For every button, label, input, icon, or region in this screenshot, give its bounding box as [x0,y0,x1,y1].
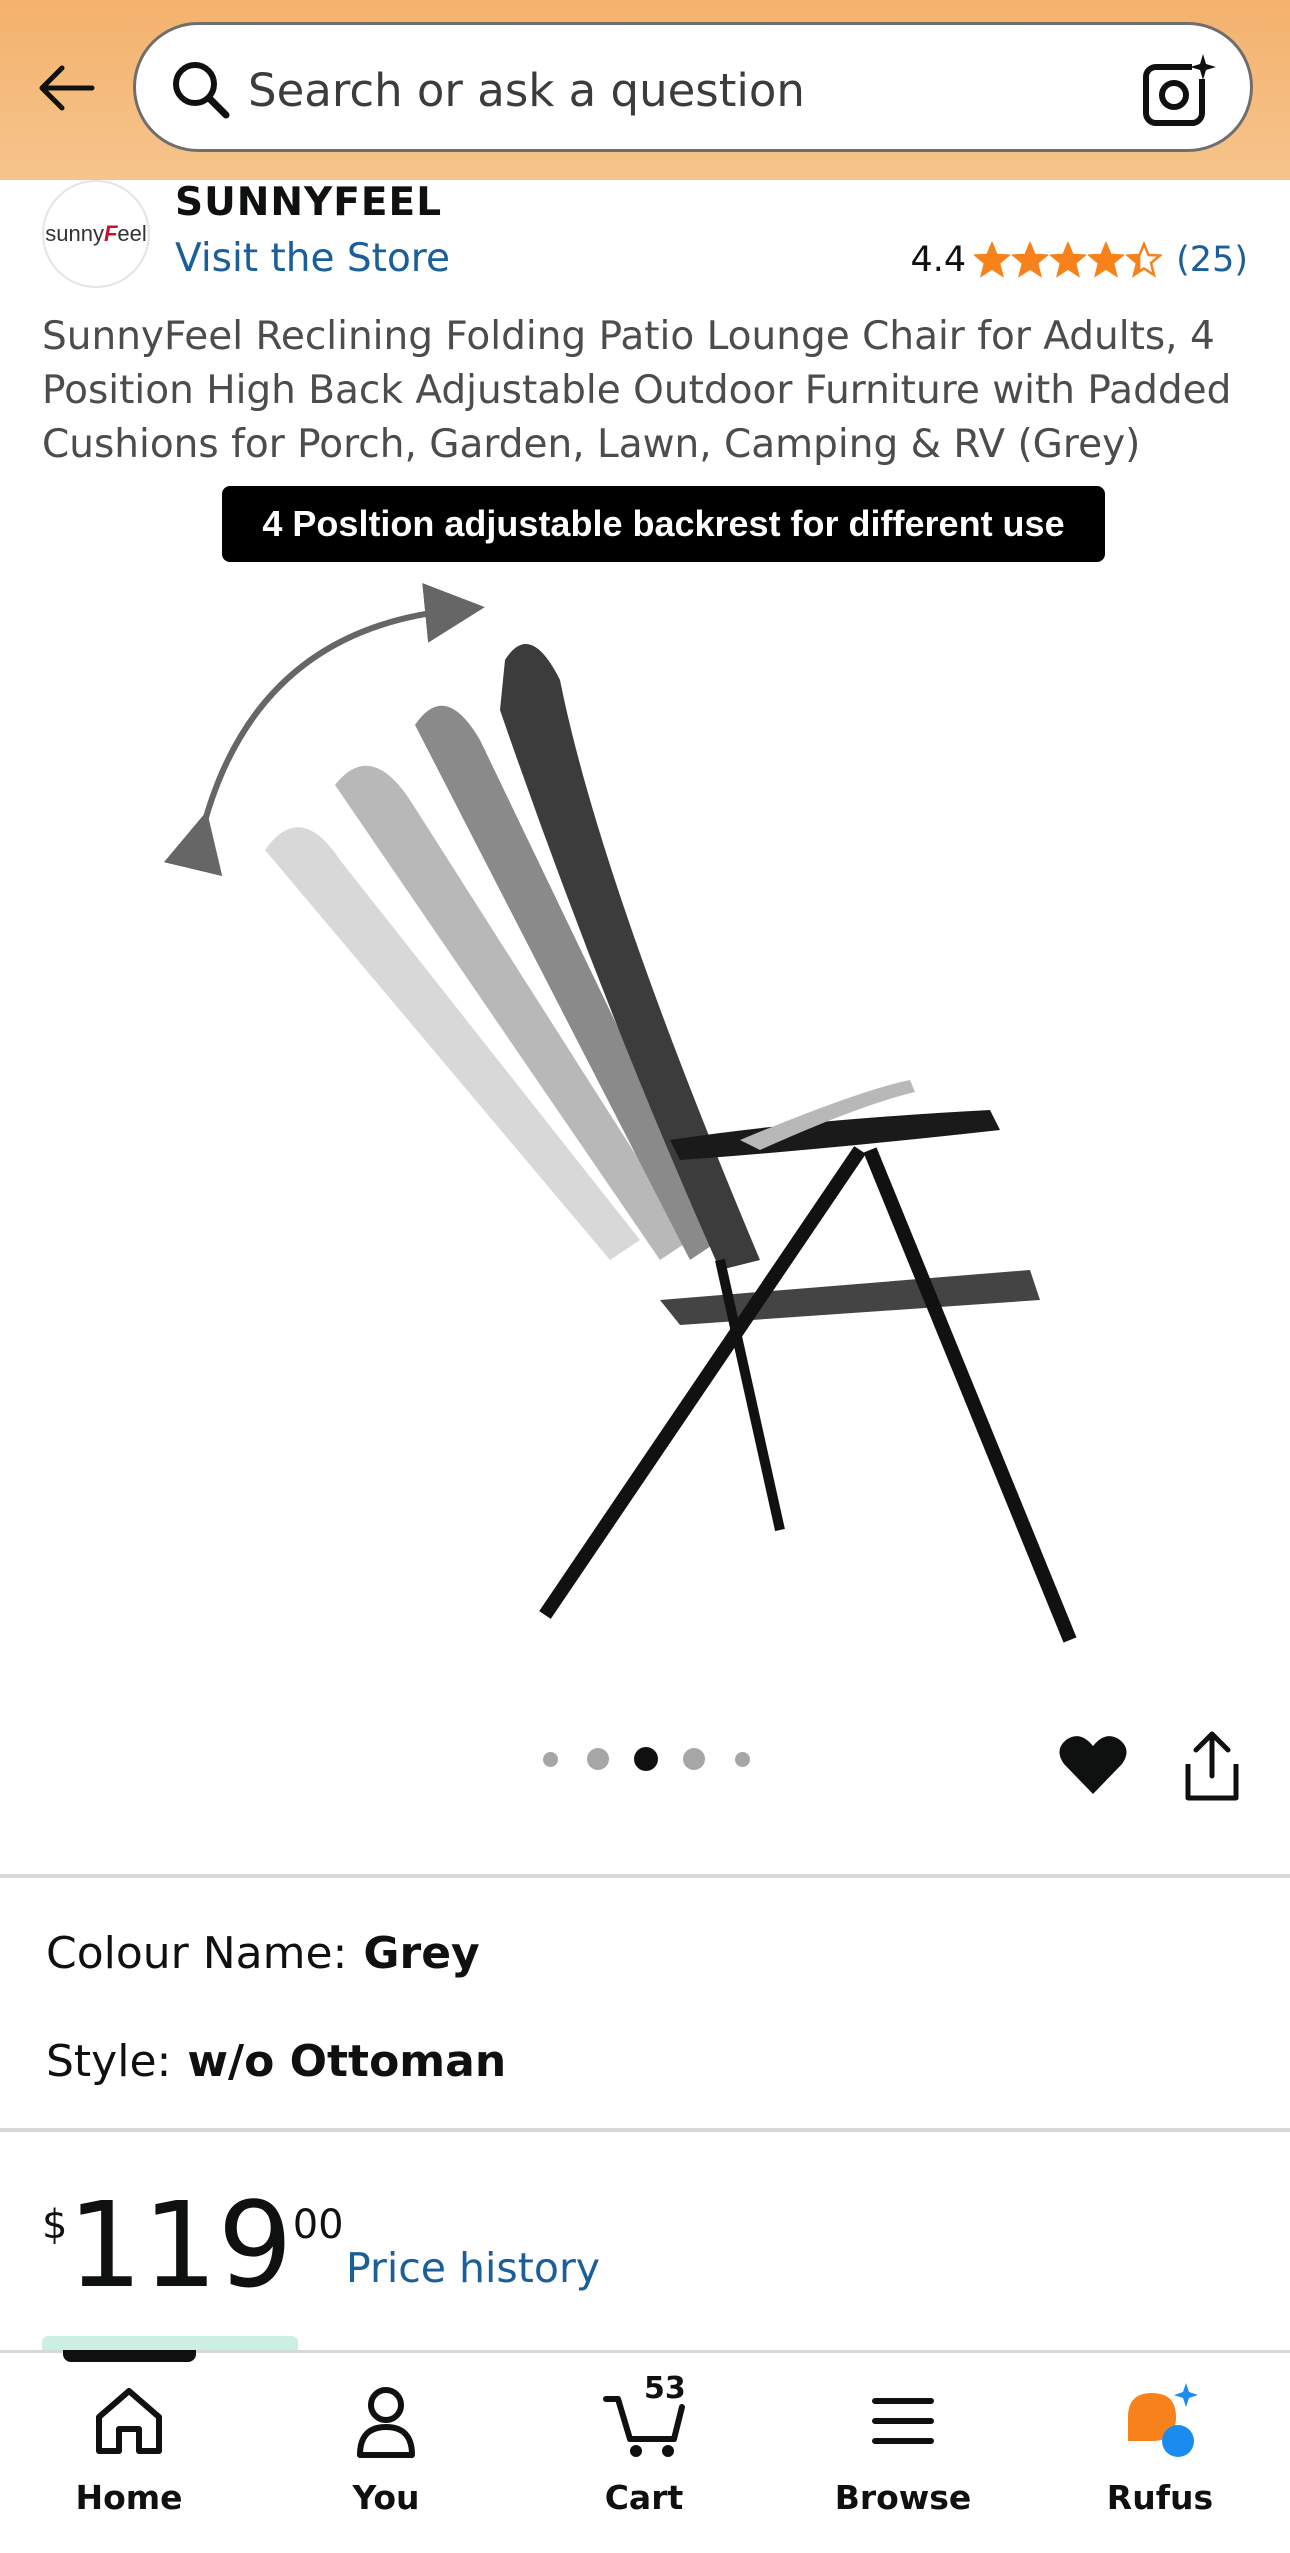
nav-cart-label: Cart [604,2478,684,2517]
brand-logo[interactable]: sunnyFeel [42,180,150,288]
reclining-chair-illustration [163,583,1077,1643]
wishlist-button[interactable] [1058,1732,1128,1796]
rating-summary[interactable]: 4.4 (25) [910,240,1248,280]
share-icon [1185,1731,1239,1801]
nav-browse[interactable]: Browse [803,2353,1003,2553]
price-history-link[interactable]: Price history [346,2244,600,2292]
rating-count[interactable]: (25) [1176,240,1248,280]
star-icon [1012,242,1049,278]
back-arrow-icon [39,65,95,111]
share-button[interactable] [1180,1728,1244,1804]
rating-value: 4.4 [910,240,967,280]
carousel-dot[interactable] [542,1751,558,1767]
product-image[interactable]: 4 Posltion adjustable backrest for diffe… [0,480,1290,1700]
nav-you-label: You [352,2478,420,2517]
back-button[interactable] [30,52,102,124]
nav-browse-label: Browse [834,2478,972,2517]
colour-option[interactable]: Colour Name: Grey [46,1928,480,1979]
price-currency: $ [42,2202,68,2248]
price-whole: 119 [67,2176,293,2314]
search-icon [173,62,230,119]
brand-logo-text: sunnyFeel [45,221,147,246]
nav-cart[interactable]: 53 Cart [544,2353,744,2553]
nav-you[interactable]: You [286,2353,486,2553]
product-title: SunnyFeel Reclining Folding Patio Lounge… [42,314,1232,467]
image-caption: 4 Posltion adjustable backrest for diffe… [222,486,1105,562]
star-icon [1088,242,1125,278]
rufus-icon [1128,2383,1198,2457]
colour-value: Grey [363,1928,480,1979]
search-bar[interactable] [133,22,1253,152]
heart-icon [1059,1736,1127,1794]
search-input[interactable] [248,55,1068,125]
cart-count-badge: 53 [644,2371,686,2406]
deal-badge-strip [42,2336,298,2350]
top-header [0,0,1290,180]
camera-lens-icon[interactable] [1138,51,1218,131]
nav-rufus[interactable]: Rufus [1060,2353,1260,2553]
visit-store-link[interactable]: Visit the Store [175,236,450,281]
menu-icon [872,2398,934,2444]
style-value: w/o Ottoman [187,2036,507,2087]
star-rating [974,242,1164,278]
carousel-dot[interactable] [683,1748,705,1770]
bottom-nav: Home You 53 Cart Browse Rufus [0,2350,1290,2553]
brand-name: SUNNYFEEL [175,180,443,225]
style-option[interactable]: Style: w/o Ottoman [46,2036,506,2087]
star-icon [974,242,1011,278]
home-icon [96,2388,162,2454]
price: $ 119 00 [42,2180,344,2310]
nav-home-label: Home [75,2478,183,2517]
carousel-dot[interactable] [634,1747,658,1771]
carousel-dot[interactable] [734,1751,750,1767]
nav-home[interactable]: Home [29,2353,229,2553]
nav-rufus-label: Rufus [1106,2478,1214,2517]
carousel-dot[interactable] [587,1748,609,1770]
section-divider [0,2128,1290,2132]
person-icon [357,2387,415,2458]
star-icon [1050,242,1087,278]
star-icon [1126,242,1163,278]
colour-label: Colour Name: [46,1928,348,1979]
style-label: Style: [46,2036,172,2087]
price-fraction: 00 [292,2202,344,2248]
section-divider [0,1874,1290,1878]
